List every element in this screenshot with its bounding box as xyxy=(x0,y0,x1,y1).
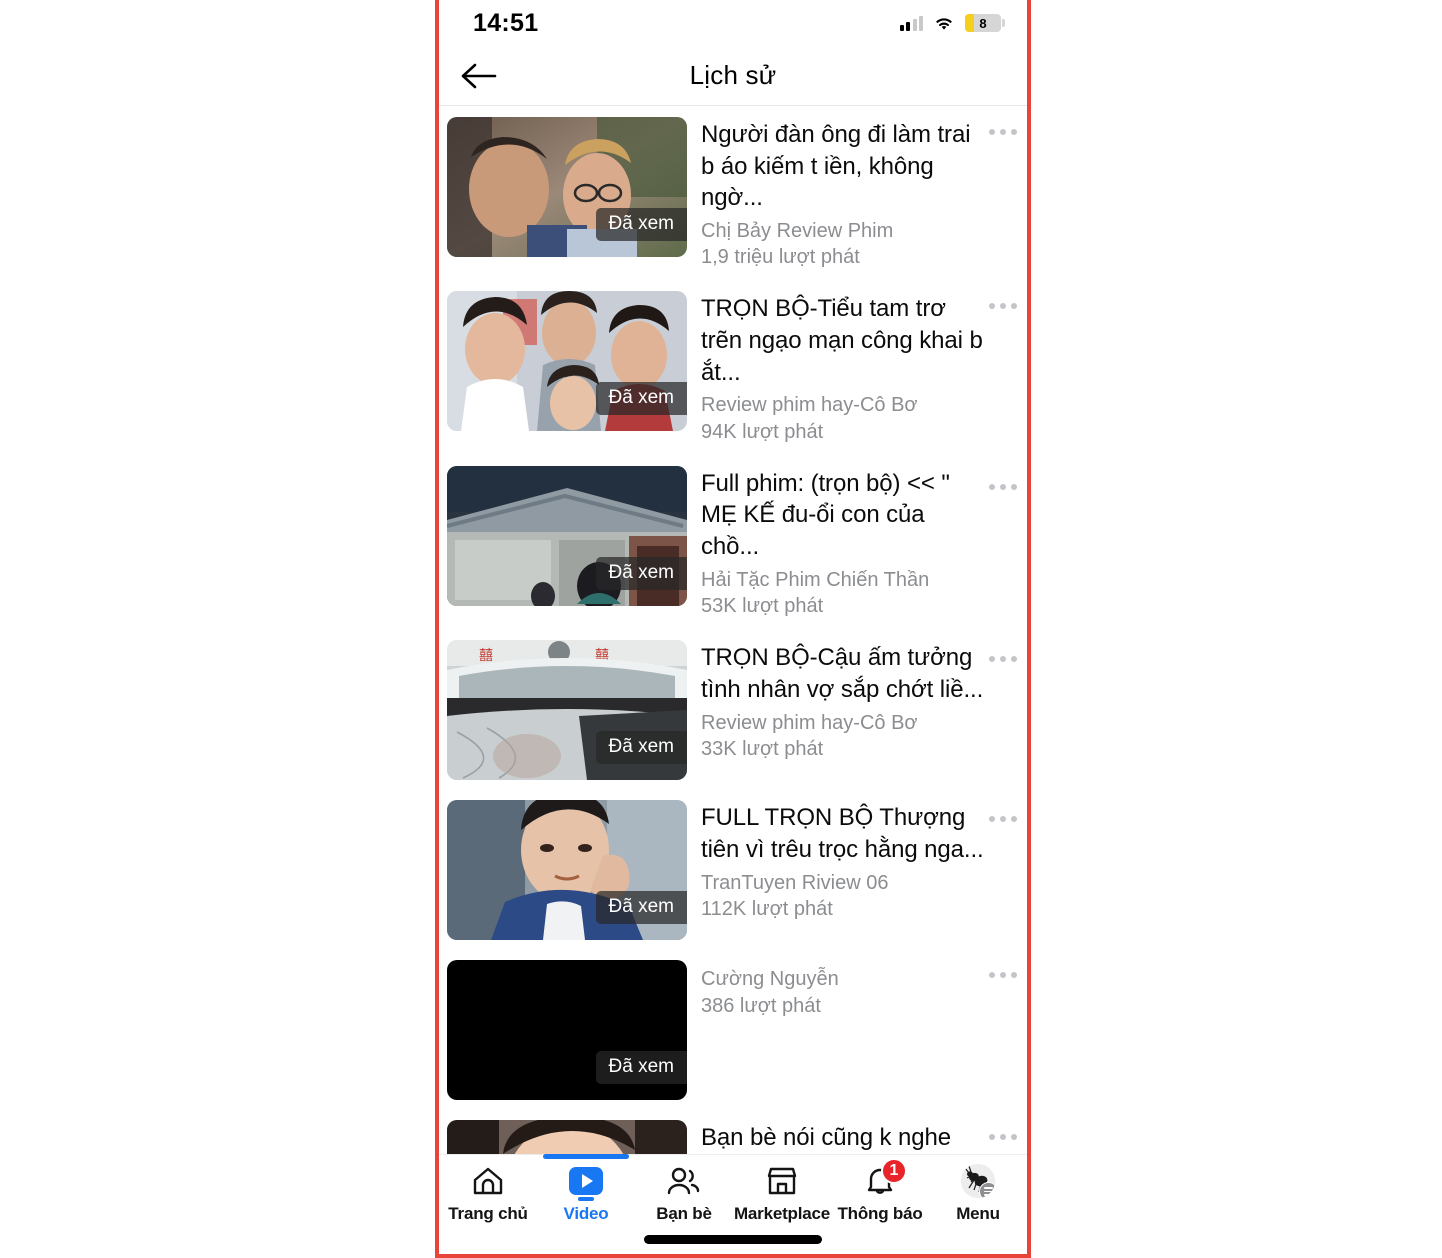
phone-screen: 14:51 8 Lịch sử Đã xem Người đàn ông đi … xyxy=(435,0,1031,1258)
list-item[interactable]: Đã xem Người đàn ông đi làm trai b áo ki… xyxy=(439,107,1027,281)
nav-label-notifications: Thông báo xyxy=(837,1204,923,1223)
video-channel[interactable]: Review phim hay-Cô Bơ xyxy=(701,392,987,418)
video-thumbnail[interactable]: Đã xem xyxy=(447,465,687,606)
watched-badge: Đã xem xyxy=(595,731,687,765)
video-channel[interactable]: TranTuyen Riview 06 xyxy=(701,870,987,896)
nav-item-notifications[interactable]: 1 Thông báo xyxy=(831,1158,929,1224)
watched-badge: Đã xem xyxy=(595,891,687,925)
list-item[interactable]: Đã xem TRỌN BỘ-Tiểu tam trơ trẽn ngạo mạ… xyxy=(439,281,1027,455)
video-title[interactable]: TRỌN BỘ-Tiểu tam trơ trẽn ngạo mạn công … xyxy=(701,293,987,388)
marketplace-icon xyxy=(766,1163,798,1199)
video-icon xyxy=(569,1167,603,1201)
video-thumbnail[interactable]: Đã xem xyxy=(447,1120,687,1154)
more-options-icon[interactable] xyxy=(989,303,1017,310)
video-channel[interactable]: Hải Tặc Phim Chiến Thần xyxy=(701,567,987,593)
battery-icon: 8 xyxy=(965,14,1005,32)
more-options-icon[interactable] xyxy=(989,656,1017,663)
back-button[interactable] xyxy=(455,52,503,100)
video-title[interactable]: TRỌN BỘ-Cậu ấm tưởng tình nhân vợ sắp ch… xyxy=(701,642,987,705)
more-options-icon[interactable] xyxy=(989,816,1017,823)
nav-label-friends: Bạn bè xyxy=(656,1204,712,1223)
video-meta: TRỌN BỘ-Cậu ấm tưởng tình nhân vợ sắp ch… xyxy=(687,640,1027,780)
nav-label-home: Trang chủ xyxy=(448,1204,528,1223)
history-list[interactable]: Đã xem Người đàn ông đi làm trai b áo ki… xyxy=(439,107,1027,1154)
video-plays: 1,9 triệu lượt phát xyxy=(701,246,860,269)
bell-icon: 1 xyxy=(865,1158,907,1199)
screenshot-root: 14:51 8 Lịch sử Đã xem Người đàn ông đi … xyxy=(0,0,1442,1258)
wifi-icon xyxy=(936,18,952,30)
back-arrow-icon xyxy=(461,63,497,88)
watched-badge: Đã xem xyxy=(595,556,687,590)
bottom-navigation: Trang chủ Video Bạn bè Marketplace 1 Thô… xyxy=(439,1154,1027,1254)
nav-label-video: Video xyxy=(563,1204,609,1223)
more-options-icon[interactable] xyxy=(989,129,1017,135)
battery-level: 8 xyxy=(979,15,987,31)
video-meta: Bạn bè nói cũng k nghe đâu, bướng lắm #e… xyxy=(687,1120,1027,1154)
woman-closeup-thumbnail xyxy=(447,1120,687,1154)
watched-badge: Đã xem xyxy=(595,382,687,416)
video-channel[interactable]: Chị Bảy Review Phim xyxy=(701,218,987,244)
video-thumbnail[interactable]: 囍 囍 Đã xem xyxy=(447,640,687,781)
more-options-icon[interactable] xyxy=(989,1134,1017,1141)
more-options-icon[interactable] xyxy=(989,972,1017,979)
video-title[interactable]: Bạn bè nói cũng k nghe đâu, bướng lắm #e… xyxy=(701,1122,987,1154)
friends-icon xyxy=(666,1163,702,1199)
nav-item-video[interactable]: Video xyxy=(537,1154,635,1224)
nav-label-menu: Menu xyxy=(956,1204,1000,1223)
list-item[interactable]: Đã xem Bạn bè nói cũng k nghe đâu, bướng… xyxy=(439,1110,1027,1154)
video-thumbnail[interactable]: Đã xem xyxy=(447,117,687,257)
page-title: Lịch sử xyxy=(689,60,777,90)
video-thumbnail[interactable]: Đã xem xyxy=(447,800,687,941)
video-plays: 112K lượt phát xyxy=(701,897,833,920)
status-indicators: 8 xyxy=(899,14,1005,32)
video-plays: 33K lượt phát xyxy=(701,737,824,760)
video-plays: 94K lượt phát xyxy=(701,420,824,443)
video-meta: FULL TRỌN BỘ Thượng tiên vì trêu trọc hằ… xyxy=(687,800,1027,940)
list-item[interactable]: Đã xem Cường Nguyễn 386 lượt phát xyxy=(439,950,1027,1110)
list-item[interactable]: Đã xem FULL TRỌN BỘ Thượng tiên vì trêu … xyxy=(439,790,1027,950)
video-meta: TRỌN BỘ-Tiểu tam trơ trẽn ngạo mạn công … xyxy=(687,291,1027,445)
cellular-signal-icon xyxy=(899,15,923,31)
video-title[interactable]: FULL TRỌN BỘ Thượng tiên vì trêu trọc hằ… xyxy=(701,802,987,865)
nav-item-home[interactable]: Trang chủ xyxy=(439,1163,537,1224)
video-plays: 53K lượt phát xyxy=(701,595,824,618)
home-indicator[interactable] xyxy=(644,1235,822,1244)
video-channel[interactable]: Review phim hay-Cô Bơ xyxy=(701,710,987,736)
hamburger-menu-icon xyxy=(979,1182,995,1198)
video-thumbnail[interactable]: Đã xem xyxy=(447,291,687,432)
video-meta: Cường Nguyễn 386 lượt phát xyxy=(687,960,1027,1100)
video-plays: 386 lượt phát xyxy=(701,994,821,1017)
nav-item-menu[interactable]: Menu xyxy=(929,1163,1027,1224)
active-tab-indicator xyxy=(543,1154,629,1159)
video-meta: Full phim: (trọn bộ) << " MẸ KẾ đu-ổi co… xyxy=(687,466,1027,620)
video-meta: Người đàn ông đi làm trai b áo kiếm t iề… xyxy=(687,117,1027,271)
watched-badge: Đã xem xyxy=(595,1051,687,1085)
svg-text:囍: 囍 xyxy=(479,647,493,663)
nav-label-marketplace: Marketplace xyxy=(733,1204,831,1223)
nav-item-marketplace[interactable]: Marketplace xyxy=(733,1163,831,1224)
video-thumbnail[interactable]: Đã xem xyxy=(447,960,687,1101)
avatar xyxy=(961,1164,995,1198)
more-options-icon[interactable] xyxy=(989,483,1017,490)
status-time: 14:51 xyxy=(473,8,539,37)
notification-badge: 1 xyxy=(881,1158,907,1184)
video-title[interactable]: Full phim: (trọn bộ) << " MẸ KẾ đu-ổi co… xyxy=(701,468,987,563)
home-icon xyxy=(472,1163,504,1199)
status-bar: 14:51 8 xyxy=(439,0,1027,46)
list-item[interactable]: Đã xem Full phim: (trọn bộ) << " MẸ KẾ đ… xyxy=(439,456,1027,630)
video-channel[interactable]: Cường Nguyễn xyxy=(701,966,987,992)
nav-item-friends[interactable]: Bạn bè xyxy=(635,1163,733,1224)
watched-badge: Đã xem xyxy=(595,208,687,241)
video-title[interactable]: Người đàn ông đi làm trai b áo kiếm t iề… xyxy=(701,119,987,214)
list-item[interactable]: 囍 囍 Đã xem TRỌN BỘ-Cậu ấm tưởng tình nhâ… xyxy=(439,630,1027,790)
app-header: Lịch sử xyxy=(439,46,1027,106)
